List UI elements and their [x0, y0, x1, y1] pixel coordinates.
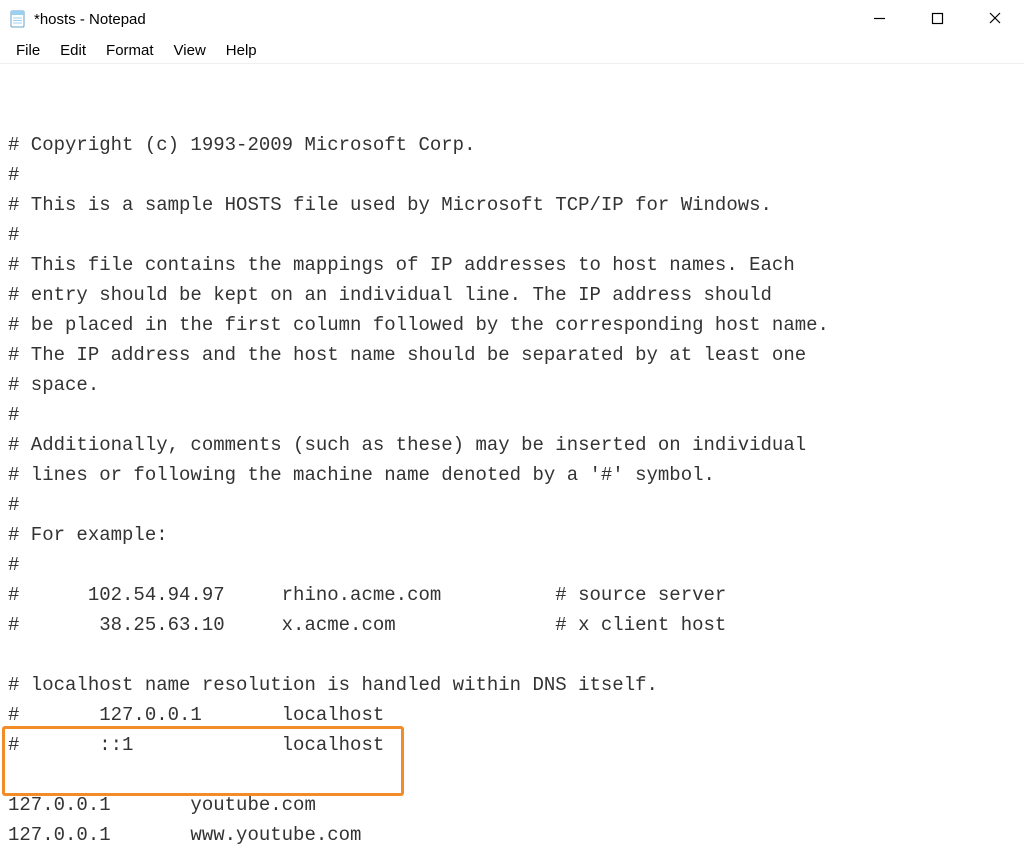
- text-line: # 127.0.0.1 localhost: [8, 700, 1016, 730]
- text-line: # For example:: [8, 520, 1016, 550]
- text-line: # entry should be kept on an individual …: [8, 280, 1016, 310]
- text-line: # space.: [8, 370, 1016, 400]
- text-line: # lines or following the machine name de…: [8, 460, 1016, 490]
- text-line: # ::1 localhost: [8, 730, 1016, 760]
- text-line: [8, 640, 1016, 670]
- text-editor[interactable]: # Copyright (c) 1993-2009 Microsoft Corp…: [0, 64, 1024, 850]
- text-line: #: [8, 490, 1016, 520]
- window-title: *hosts - Notepad: [34, 11, 146, 28]
- window-controls: [850, 0, 1024, 38]
- minimize-button[interactable]: [850, 0, 908, 36]
- text-line: [8, 760, 1016, 790]
- close-icon: [988, 11, 1002, 25]
- text-line: #: [8, 160, 1016, 190]
- text-line: # This file contains the mappings of IP …: [8, 250, 1016, 280]
- maximize-button[interactable]: [908, 0, 966, 36]
- text-line: #: [8, 550, 1016, 580]
- close-button[interactable]: [966, 0, 1024, 36]
- text-line: 127.0.0.1 youtube.com: [8, 790, 1016, 820]
- minimize-icon: [873, 12, 886, 25]
- text-line: # localhost name resolution is handled w…: [8, 670, 1016, 700]
- menu-file[interactable]: File: [6, 40, 50, 61]
- notepad-icon: [8, 9, 28, 29]
- text-line: # Additionally, comments (such as these)…: [8, 430, 1016, 460]
- text-line: # be placed in the first column followed…: [8, 310, 1016, 340]
- text-line: # 102.54.94.97 rhino.acme.com # source s…: [8, 580, 1016, 610]
- titlebar[interactable]: *hosts - Notepad: [0, 0, 1024, 38]
- menu-help[interactable]: Help: [216, 40, 267, 61]
- titlebar-left: *hosts - Notepad: [8, 9, 146, 29]
- text-line: #: [8, 400, 1016, 430]
- menu-edit[interactable]: Edit: [50, 40, 96, 61]
- text-line: # Copyright (c) 1993-2009 Microsoft Corp…: [8, 130, 1016, 160]
- menu-format[interactable]: Format: [96, 40, 164, 61]
- text-line: # 38.25.63.10 x.acme.com # x client host: [8, 610, 1016, 640]
- text-line: 127.0.0.1 www.youtube.com: [8, 820, 1016, 850]
- text-line: # The IP address and the host name shoul…: [8, 340, 1016, 370]
- text-line: #: [8, 220, 1016, 250]
- text-line: # This is a sample HOSTS file used by Mi…: [8, 190, 1016, 220]
- maximize-icon: [931, 12, 944, 25]
- menu-view[interactable]: View: [164, 40, 216, 61]
- menubar: File Edit Format View Help: [0, 38, 1024, 64]
